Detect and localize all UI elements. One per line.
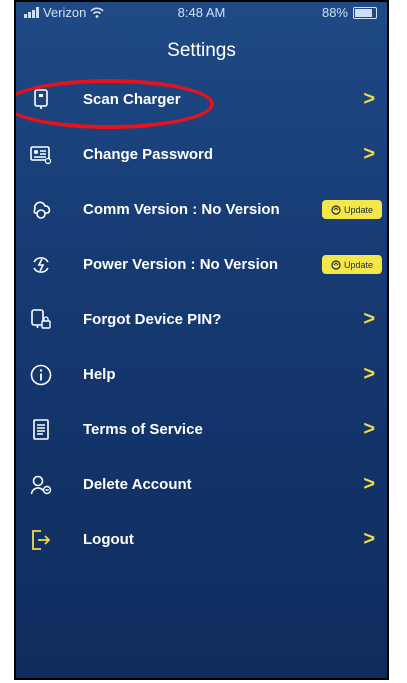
settings-menu: Scan Charger > Change Password > Comm Ve… [16,72,387,567]
battery-icon [353,6,377,19]
menu-item-label: Forgot Device PIN? [83,311,222,328]
chevron-right-icon: > [363,528,375,550]
menu-item-label: Power Version : No Version [83,256,279,273]
user-remove-icon [30,474,52,496]
refresh-icon [331,259,341,270]
refresh-icon [331,204,341,215]
update-button[interactable]: Update [322,200,382,219]
menu-item-label: Logout [83,531,134,548]
power-cycle-icon [30,254,52,276]
menu-item-label: Comm Version : No Version [83,201,280,218]
update-label: Update [343,259,374,270]
menu-item-scan-charger[interactable]: Scan Charger > [16,72,387,127]
chevron-right-icon: > [363,418,375,440]
menu-item-delete-account[interactable]: Delete Account > [16,457,387,512]
chevron-right-icon: > [363,88,375,110]
menu-item-label: Scan Charger [83,91,181,108]
battery-percent: 88% [321,5,348,20]
menu-item-label: Delete Account [83,476,192,493]
chevron-right-icon: > [363,363,375,385]
device-lock-icon [30,308,52,331]
charger-icon [30,88,52,111]
menu-item-label: Terms of Service [83,421,203,438]
menu-item-comm-version: Comm Version : No Version Update [16,182,387,237]
menu-item-forgot-device-pin[interactable]: Forgot Device PIN? > [16,292,387,347]
chevron-right-icon: > [363,473,375,495]
update-button[interactable]: Update [322,255,382,274]
menu-item-logout[interactable]: Logout > [16,512,387,567]
menu-item-power-version: Power Version : No Version Update [16,237,387,292]
menu-item-terms-of-service[interactable]: Terms of Service > [16,402,387,457]
chevron-right-icon: > [363,143,375,165]
id-card-icon [30,144,52,166]
menu-item-help[interactable]: Help > [16,347,387,402]
menu-item-change-password[interactable]: Change Password > [16,127,387,182]
phone-screen: Verizon 8:48 AM 88% Settings Scan Charge… [14,0,389,680]
menu-item-label: Change Password [83,146,214,163]
info-icon [30,364,52,386]
update-label: Update [343,204,374,215]
page-title: Settings [167,40,236,61]
logout-icon [30,529,52,551]
status-right: 88% [322,5,377,20]
status-bar: Verizon 8:48 AM 88% [16,2,387,24]
document-icon [30,418,52,441]
cloud-sync-icon [30,199,52,221]
chevron-right-icon: > [363,308,375,330]
menu-item-label: Help [83,366,116,383]
